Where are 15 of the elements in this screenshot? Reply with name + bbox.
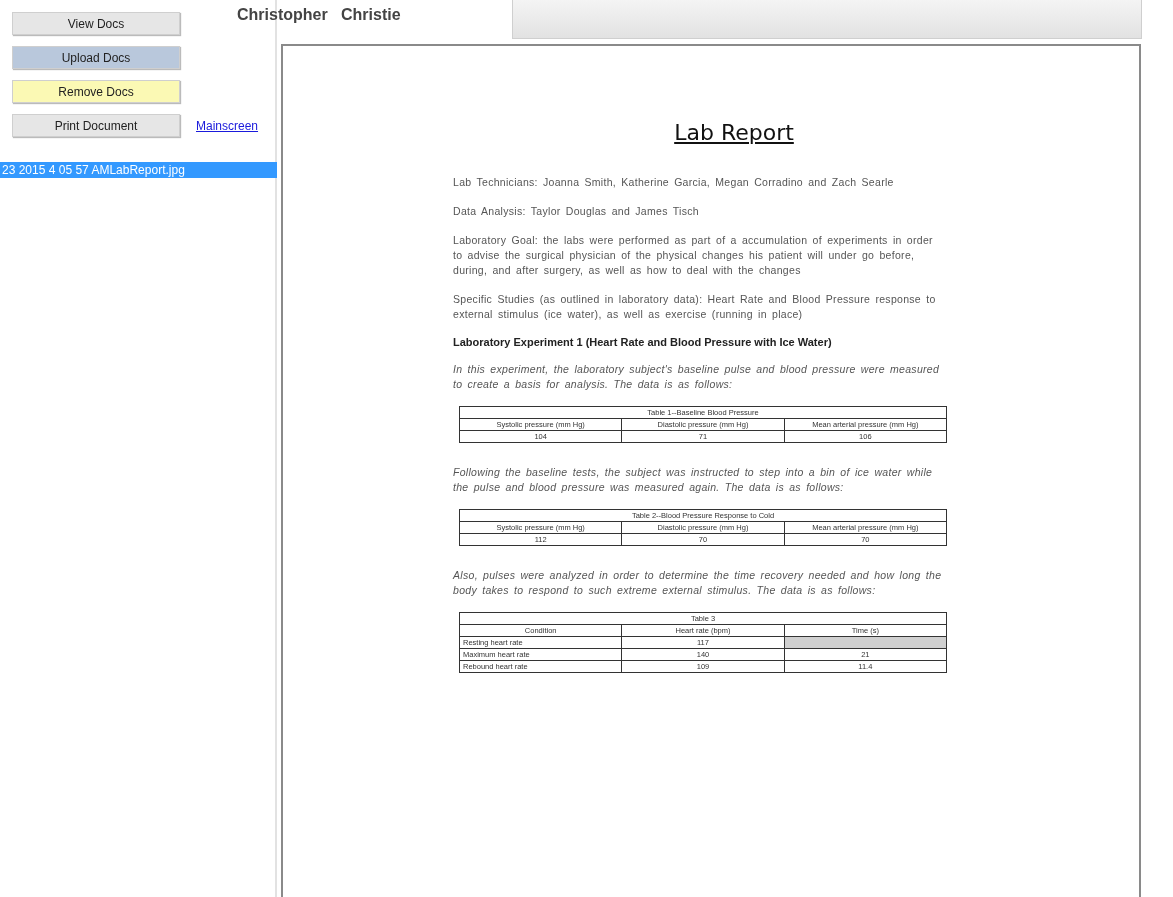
action-button[interactable]: Print Document	[12, 114, 180, 137]
action-button[interactable]: View Docs	[12, 12, 180, 35]
report-paragraph: Following the baseline tests, the subject was instructed to step into a bin of ice water while the pulse and blood pressure was measured again. The data is as follows:	[453, 465, 934, 495]
action-button[interactable]: Remove Docs	[12, 80, 180, 103]
report-paragraph: Data Analysis: Taylor Douglas and James Tisch	[453, 204, 700, 219]
action-button[interactable]: Upload Docs	[12, 46, 180, 69]
patient-name: Christopher Christie	[237, 6, 402, 24]
mainscreen-link[interactable]: Mainscreen	[196, 118, 259, 133]
report-paragraph: Laboratory Goal: the labs were performed as part of a accumulation of experiments in order to advise the surgical physician of the physical changes his patient will under go before, during, and after surgery, as well as how to deal with the changes	[453, 233, 934, 278]
report-paragraph: Also, pulses were analyzed in order to determine the time recovery needed and how long the body takes to respond to such extreme external stimulus. The data is as follows:	[453, 568, 943, 598]
report-title: Lab Report	[673, 120, 795, 145]
report-paragraph: In this experiment, the laboratory subject's baseline pulse and blood pressure were measured to create a basis for analysis. The data is as follows:	[453, 362, 941, 392]
section-heading: Laboratory Experiment 1 (Heart Rate and Blood Pressure with Ice Water)	[453, 336, 833, 348]
report-paragraph: Lab Technicians: Joanna Smith, Katherine Garcia, Megan Corradino and Zach Searle	[453, 175, 895, 190]
report-paragraph: Specific Studies (as outlined in laboratory data): Heart Rate and Blood Pressure response to external stimulus (ice water), as well as exercise (running in place)	[453, 292, 937, 322]
